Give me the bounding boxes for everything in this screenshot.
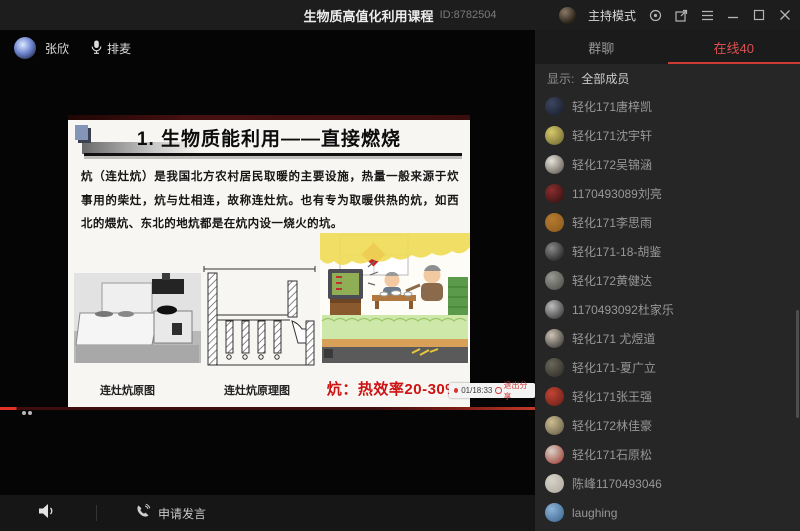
toolbar-divider — [96, 505, 97, 521]
member-filter-row: 显示: 全部成员 — [547, 64, 629, 92]
exit-share-button[interactable]: 退出分享 — [495, 380, 530, 402]
slide-paragraph: 炕（连灶炕）是我国北方农村居民取暖的主要设施，热量一般来源于炊事用的柴灶，炕与灶… — [81, 166, 459, 237]
member-row[interactable]: 1170493089刘亮 — [535, 179, 800, 208]
share-timer: 01/18:33 — [461, 386, 492, 395]
member-name: 轻化172吴锦涵 — [572, 156, 652, 173]
queue-mic-label: 排麦 — [107, 40, 131, 57]
caption-left: 连灶炕原图 — [100, 382, 155, 398]
member-avatar — [545, 242, 564, 261]
kang-diagram-figure — [202, 265, 317, 373]
presenter-name: 张欣 — [45, 40, 69, 57]
tab-online-members[interactable]: 在线40 — [668, 30, 800, 64]
presenter-avatar[interactable] — [14, 37, 36, 59]
window-title: 生物质高值化利用课程 — [304, 6, 434, 25]
member-name: 轻化171-18-胡鉴 — [572, 243, 661, 260]
filter-value-dropdown[interactable]: 全部成员 — [581, 70, 629, 87]
member-name: 轻化171-夏广立 — [572, 359, 656, 376]
member-avatar — [545, 387, 564, 406]
close-icon[interactable] — [778, 8, 792, 22]
exit-share-label: 退出分享 — [504, 380, 531, 402]
member-avatar — [545, 474, 564, 493]
member-name: 1170493092杜家乐 — [572, 301, 674, 318]
shared-slide: 1. 生物质能利用——直接燃烧 炕（连灶炕）是我国北方农村居民取暖的主要设施，热… — [68, 120, 470, 407]
member-row[interactable]: 1170493092杜家乐 — [535, 295, 800, 324]
titlebar: 生物质高值化利用课程 ID:8782504 主持模式 — [0, 0, 800, 30]
member-row[interactable]: 轻化171李思雨 — [535, 208, 800, 237]
member-name: 陈峰1170493046 — [572, 475, 662, 492]
member-avatar — [545, 445, 564, 464]
member-avatar — [545, 358, 564, 377]
host-avatar[interactable] — [559, 7, 576, 24]
member-row[interactable]: 陈峰1170493046 — [535, 469, 800, 498]
member-avatar — [545, 329, 564, 348]
kang-photo-figure — [74, 273, 201, 363]
minimize-icon[interactable] — [726, 8, 740, 22]
kang-cartoon-figure — [320, 233, 470, 363]
host-mode-label: 主持模式 — [588, 7, 636, 24]
member-name: 轻化172林佳豪 — [572, 417, 652, 434]
exit-share-ring-icon — [495, 387, 501, 394]
menu-icon[interactable] — [700, 8, 714, 22]
handset-icon — [135, 504, 150, 522]
queue-mic-button[interactable]: 排麦 — [91, 40, 131, 57]
member-row[interactable]: 轻化171-18-胡鉴 — [535, 237, 800, 266]
member-name: 轻化171沈宇轩 — [572, 127, 652, 144]
speaker-icon — [38, 503, 56, 524]
slide-title: 1. 生物质能利用——直接燃烧 — [68, 124, 470, 151]
member-row[interactable]: 轻化171-夏广立 — [535, 353, 800, 382]
popout-icon[interactable] — [674, 8, 688, 22]
member-name: 轻化171张王强 — [572, 388, 652, 405]
member-name: 1170493089刘亮 — [572, 185, 662, 202]
filter-label: 显示: — [547, 70, 574, 87]
mic-icon — [91, 40, 102, 57]
member-avatar — [545, 155, 564, 174]
member-avatar — [545, 271, 564, 290]
member-avatar — [545, 300, 564, 319]
member-avatar — [545, 416, 564, 435]
record-icon[interactable] — [648, 8, 662, 22]
member-row[interactable]: 轻化172吴锦涵 — [535, 150, 800, 179]
member-row[interactable]: 轻化171沈宇轩 — [535, 121, 800, 150]
presenter-row: 张欣 排麦 — [0, 30, 535, 66]
member-row[interactable]: 轻化171石原松 — [535, 440, 800, 469]
recording-dot-icon — [454, 388, 458, 393]
member-name: 轻化172黄健达 — [572, 272, 652, 289]
member-name: 轻化171石原松 — [572, 446, 652, 463]
member-name: laughing — [572, 506, 617, 520]
member-name: 轻化171李思雨 — [572, 214, 652, 231]
tab-group-chat[interactable]: 群聊 — [535, 30, 668, 64]
member-name: 轻化171唐梓凯 — [572, 98, 652, 115]
room-id: ID:8782504 — [440, 9, 497, 21]
member-row[interactable]: 轻化171 尤煜道 — [535, 324, 800, 353]
member-avatar — [545, 213, 564, 232]
request-speak-label: 申请发言 — [158, 505, 206, 522]
video-artifact-dots — [22, 411, 26, 415]
member-avatar — [545, 126, 564, 145]
member-list-scrollbar[interactable] — [796, 310, 799, 418]
share-control-pill: 01/18:33 退出分享 — [449, 383, 535, 398]
member-avatar — [545, 503, 564, 522]
video-stage: 张欣 排麦 1. 生物质能利用——直接燃烧 炕（连灶炕）是我国北方农村居民取暖的… — [0, 30, 535, 495]
member-list: 轻化171唐梓凯轻化171沈宇轩轻化172吴锦涵 1170493089刘亮轻化17… — [535, 92, 800, 531]
member-row[interactable]: laughing — [535, 498, 800, 527]
slide-title-rule — [84, 153, 462, 156]
maximize-icon[interactable] — [752, 8, 766, 22]
playback-progress-bar[interactable] — [0, 407, 535, 410]
bottom-toolbar: 申请发言 — [0, 495, 535, 531]
caption-middle: 连灶炕原理图 — [224, 382, 290, 398]
request-speak-button[interactable]: 申请发言 — [135, 504, 206, 522]
efficiency-note: 炕：热效率20-30% — [318, 378, 468, 399]
member-name: 轻化171 尤煜道 — [572, 330, 655, 347]
member-avatar — [545, 97, 564, 116]
side-panel: 群聊 在线40 显示: 全部成员 轻化171唐梓凯轻化171沈宇轩轻化172吴锦… — [535, 30, 800, 531]
member-row[interactable]: 轻化172林佳豪 — [535, 411, 800, 440]
member-avatar — [545, 184, 564, 203]
member-row[interactable]: 轻化171唐梓凯 — [535, 92, 800, 121]
panel-tabs: 群聊 在线40 — [535, 30, 800, 64]
member-row[interactable]: 轻化172黄健达 — [535, 266, 800, 295]
speaker-button[interactable] — [38, 503, 56, 524]
member-row[interactable]: 轻化171张王强 — [535, 382, 800, 411]
